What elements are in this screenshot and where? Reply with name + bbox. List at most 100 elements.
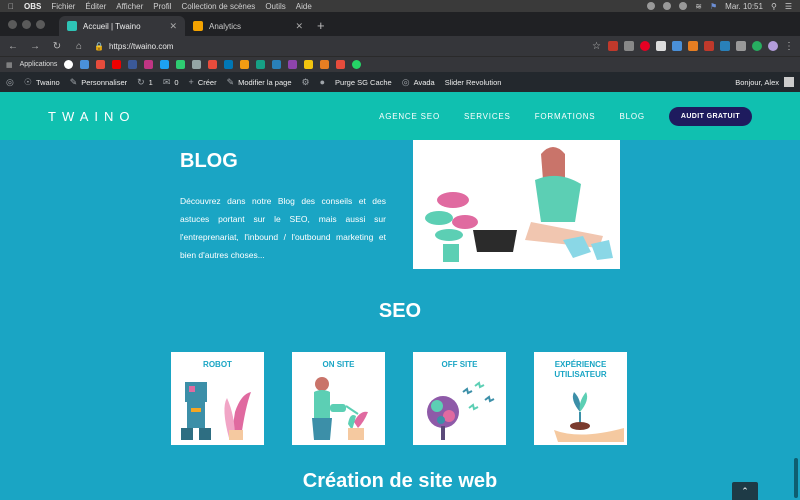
seo-card-experience-utilisateur[interactable]: EXPÉRIENCE UTILISATEUR	[534, 352, 627, 445]
audit-gratuit-button[interactable]: AUDIT GRATUIT	[668, 106, 752, 126]
nav-formations[interactable]: FORMATIONS	[535, 112, 596, 121]
page-scrollbar-thumb[interactable]	[794, 458, 798, 498]
extension-icon[interactable]	[752, 41, 762, 51]
bookmark-icon[interactable]	[272, 60, 282, 69]
extension-icon[interactable]	[720, 41, 730, 51]
seo-card-off-site[interactable]: OFF SITE	[413, 352, 506, 445]
extension-icon[interactable]	[608, 41, 618, 51]
bookmark-icon[interactable]	[304, 60, 314, 69]
wifi-icon[interactable]: ≋	[695, 2, 702, 11]
status-dot-icon[interactable]: ●	[320, 77, 325, 87]
status-icon[interactable]	[679, 2, 688, 10]
menu-app-name[interactable]: OBS	[24, 2, 41, 11]
youtube-icon[interactable]	[112, 60, 122, 69]
url-text: https://twaino.com	[108, 41, 174, 51]
blog-description: Découvrez dans notre Blog des conseils e…	[180, 196, 386, 260]
apps-grid-icon[interactable]: ▦	[6, 61, 13, 69]
wp-edit-page-link[interactable]: ✎ Modifier la page	[227, 77, 292, 88]
maximize-window-button[interactable]	[36, 19, 45, 29]
menu-edit[interactable]: Éditer	[85, 2, 106, 11]
wp-account[interactable]: Bonjour, Alex	[735, 77, 794, 87]
extension-icon[interactable]	[688, 41, 698, 51]
status-icon[interactable]	[647, 2, 656, 10]
menu-file[interactable]: Fichier	[51, 2, 75, 11]
profile-avatar-icon[interactable]	[768, 41, 778, 51]
menu-scene-collection[interactable]: Collection de scènes	[181, 2, 255, 11]
gmail-icon[interactable]	[80, 60, 90, 69]
google-icon[interactable]	[64, 60, 74, 69]
bookmark-icon[interactable]	[288, 60, 298, 69]
extension-icon[interactable]	[704, 41, 714, 51]
bookmark-icon[interactable]	[128, 60, 138, 69]
instagram-icon[interactable]	[144, 60, 154, 69]
status-icon[interactable]	[663, 2, 672, 10]
yoast-icon[interactable]: ⚙	[302, 77, 310, 88]
url-field[interactable]: 🔒 https://twaino.com	[94, 42, 173, 51]
nav-agence-seo[interactable]: AGENCE SEO	[379, 112, 440, 121]
bookmark-icon[interactable]	[96, 60, 106, 69]
wp-updates-link[interactable]: ↻ 1	[137, 77, 153, 88]
bookmark-icon[interactable]	[192, 60, 202, 69]
home-icon[interactable]: ⌂	[72, 41, 86, 52]
apple-icon[interactable]: 	[8, 2, 14, 11]
user-avatar	[784, 77, 794, 87]
extension-icon[interactable]	[624, 41, 634, 51]
close-window-button[interactable]	[8, 19, 17, 29]
wp-avada-link[interactable]: ◎ Avada	[402, 77, 435, 88]
analytics-favicon-icon	[193, 21, 203, 31]
reload-icon[interactable]: ↻	[50, 41, 64, 52]
bookmark-applications[interactable]: Applications	[20, 61, 58, 68]
linkedin-icon[interactable]	[224, 60, 234, 69]
new-tab-button[interactable]: +	[317, 16, 325, 36]
wp-customize-link[interactable]: ✎ Personnaliser	[70, 77, 127, 88]
menu-view[interactable]: Afficher	[116, 2, 143, 11]
tab-accueil[interactable]: Accueil | Twaino ✕	[59, 16, 185, 36]
plus-icon: +	[188, 77, 194, 87]
bookmark-icon[interactable]	[256, 60, 266, 69]
tab-title: Accueil | Twaino	[83, 21, 141, 31]
twitter-icon[interactable]	[160, 60, 170, 69]
tab-title: Analytics	[209, 21, 242, 31]
menu-help[interactable]: Aide	[296, 2, 312, 11]
seo-card-on-site[interactable]: ON SITE	[292, 352, 385, 445]
bookmark-icon[interactable]	[176, 60, 186, 69]
wp-new-label: Créer	[197, 77, 217, 87]
close-tab-icon[interactable]: ✕	[169, 21, 177, 32]
flag-icon[interactable]: ⚑	[710, 2, 717, 11]
close-tab-icon[interactable]: ✕	[295, 21, 303, 32]
whatsapp-icon[interactable]	[352, 60, 362, 69]
bookmark-icon[interactable]	[320, 60, 330, 69]
search-icon[interactable]: ⚲	[771, 2, 777, 11]
bookmark-icon[interactable]	[240, 60, 250, 69]
extension-icon[interactable]	[672, 41, 682, 51]
site-logo[interactable]: TWAINO	[48, 109, 136, 124]
minimize-window-button[interactable]	[22, 19, 31, 29]
nav-blog[interactable]: BLOG	[619, 112, 644, 121]
wordpress-icon[interactable]: ◎	[6, 77, 14, 88]
extension-icon[interactable]	[736, 41, 746, 51]
wp-purge-cache-link[interactable]: Purge SG Cache	[335, 78, 392, 87]
pinterest-icon[interactable]	[640, 41, 650, 51]
blog-illustration	[413, 140, 620, 269]
forward-icon[interactable]: →	[28, 41, 42, 52]
extension-icon[interactable]	[656, 41, 666, 51]
bookmark-icon[interactable]	[336, 60, 346, 69]
menu-list-icon[interactable]: ☰	[785, 2, 792, 11]
tab-analytics[interactable]: Analytics ✕	[185, 16, 311, 36]
scroll-to-top-button[interactable]: ⌃	[732, 482, 758, 500]
bookmarks-bar: ▦ Applications	[0, 56, 800, 72]
wp-site-name: Twaino	[35, 77, 60, 87]
wp-site-link[interactable]: ☉ Twaino	[24, 77, 60, 88]
nav-services[interactable]: SERVICES	[464, 112, 511, 121]
wp-new-link[interactable]: + Créer	[189, 77, 217, 87]
bookmark-icon[interactable]	[208, 60, 218, 69]
menu-tools[interactable]: Outils	[265, 2, 285, 11]
clock[interactable]: Mar. 10:51	[725, 2, 763, 11]
star-icon[interactable]: ☆	[592, 41, 602, 52]
back-icon[interactable]: ←	[6, 41, 20, 52]
more-menu-icon[interactable]: ⋮	[784, 41, 794, 52]
menu-profile[interactable]: Profil	[153, 2, 171, 11]
wp-slider-link[interactable]: Slider Revolution	[445, 78, 502, 87]
wp-comments-link[interactable]: ✉ 0	[163, 77, 179, 88]
seo-card-robot[interactable]: ROBOT	[171, 352, 264, 445]
